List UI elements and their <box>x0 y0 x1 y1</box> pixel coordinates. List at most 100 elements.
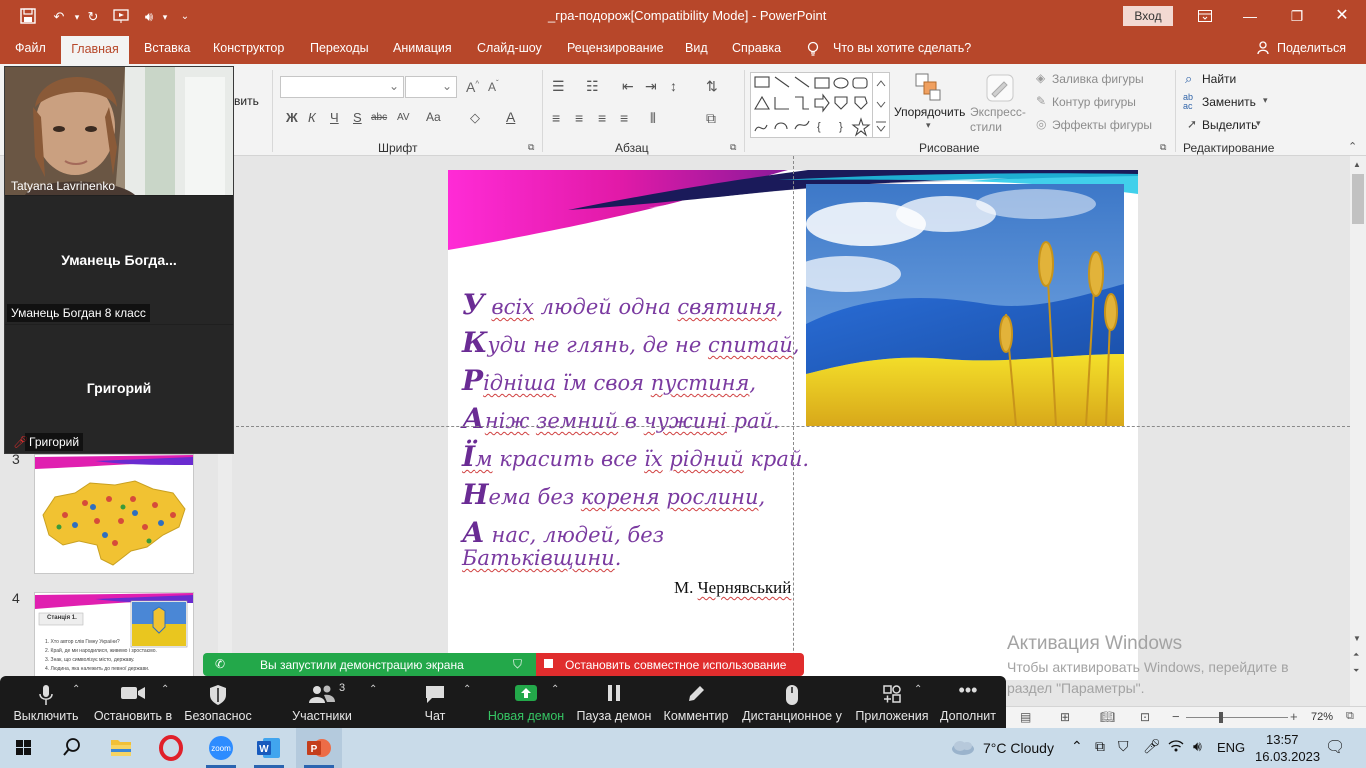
start-button[interactable] <box>0 728 46 768</box>
vertical-guide[interactable] <box>793 156 794 706</box>
show-hidden-icons[interactable]: ⌃ <box>1071 738 1083 755</box>
tab-design[interactable]: Конструктор <box>213 41 284 55</box>
shape-fill-icon[interactable]: ◈ <box>1036 71 1045 85</box>
shield-check-icon[interactable]: ⛉ <box>513 657 522 672</box>
slide-thumbnail-3[interactable] <box>34 454 194 574</box>
change-case-button[interactable]: Aa <box>426 110 441 124</box>
clock-date[interactable]: 16.03.2023 <box>1255 749 1320 764</box>
powerpoint-icon[interactable]: P <box>296 728 342 768</box>
find-icon[interactable]: ⌕ <box>1185 71 1192 87</box>
bold-button[interactable]: Ж <box>286 110 298 125</box>
arrange-dropdown-icon[interactable]: ▾ <box>926 120 931 131</box>
reading-view-icon[interactable]: 📖︎ <box>1100 710 1115 724</box>
replace-dropdown-icon[interactable]: ▾ <box>1263 95 1268 106</box>
share-button[interactable]: Поделиться <box>1277 41 1346 55</box>
arrange-icon[interactable] <box>912 72 944 102</box>
justify-icon[interactable]: ≡ <box>620 110 628 126</box>
italic-button[interactable]: К <box>308 110 316 125</box>
shape-outline-icon[interactable]: ✎ <box>1036 94 1046 108</box>
tab-transitions[interactable]: Переходы <box>310 41 369 55</box>
horizontal-guide[interactable] <box>236 426 1350 427</box>
participant-video-tatyana[interactable]: Tatyana Lavrinenko <box>5 67 233 195</box>
smartart-icon[interactable]: ⧉ <box>706 110 716 127</box>
find-button[interactable]: Найти <box>1202 72 1236 86</box>
zoom-level[interactable]: 72% <box>1311 711 1333 723</box>
shape-fill-button[interactable]: Заливка фигуры <box>1052 72 1144 86</box>
mute-options-icon[interactable]: ⌃ <box>72 684 80 695</box>
ribbon-display-icon[interactable] <box>1193 6 1217 26</box>
zoom-slider[interactable] <box>1186 717 1288 718</box>
speaker-dropdown-icon[interactable]: ▾ <box>156 8 174 26</box>
defender-icon[interactable]: ⛉ <box>1118 738 1129 755</box>
pause-share-button[interactable]: Пауза демон <box>574 676 654 728</box>
network-adapter-icon[interactable]: ⧉ <box>1095 738 1105 755</box>
strikethrough-button[interactable]: abc <box>371 112 387 123</box>
participants-options-icon[interactable]: ⌃ <box>369 684 377 695</box>
arrange-button[interactable]: Упорядочить <box>894 105 965 119</box>
tab-help[interactable]: Справка <box>732 41 781 55</box>
shape-effects-icon[interactable]: ◎ <box>1036 117 1046 131</box>
signin-button[interactable]: Вход <box>1123 6 1173 26</box>
shadow-button[interactable]: S <box>353 110 362 125</box>
share-options-icon[interactable]: ⌃ <box>551 684 559 695</box>
undo-icon[interactable]: ↶ <box>50 8 68 26</box>
replace-icon[interactable]: ab ac <box>1183 93 1193 111</box>
participant-tile-grigoriy[interactable]: Григорий 🎤︎ Григорий <box>5 325 233 453</box>
collapse-ribbon-icon[interactable]: ⌃ <box>1348 140 1357 153</box>
save-icon[interactable] <box>20 8 38 26</box>
more-button[interactable]: ••• Дополнит <box>936 676 1000 728</box>
increase-indent-icon[interactable]: ⇥ <box>645 78 657 95</box>
replace-button[interactable]: Заменить <box>1202 95 1256 109</box>
vertical-scrollbar[interactable]: ▲ ▼ ⏶ ⏷ <box>1350 156 1366 706</box>
font-dialog-launcher-icon[interactable]: ⧉ <box>528 142 534 153</box>
font-color-icon[interactable]: A <box>506 109 515 125</box>
bullets-icon[interactable]: ☰ <box>552 78 565 95</box>
notifications-icon[interactable]: 🗨︎ <box>1325 737 1345 757</box>
redo-icon[interactable]: ↻ <box>84 8 102 26</box>
decrease-indent-icon[interactable]: ⇤ <box>622 78 634 95</box>
tab-slideshow[interactable]: Слайд-шоу <box>477 41 542 55</box>
tab-view[interactable]: Вид <box>685 41 708 55</box>
scroll-up-icon[interactable]: ▲ <box>1353 160 1361 169</box>
shape-effects-button[interactable]: Эффекты фигуры <box>1052 118 1152 132</box>
word-icon[interactable]: W <box>246 728 292 768</box>
weather-cloud-icon[interactable] <box>950 737 976 757</box>
slideshow-view-icon[interactable]: ⊡ <box>1140 710 1150 724</box>
microphone-tray-icon[interactable]: 🎤︎ <box>1143 738 1161 755</box>
input-language[interactable]: ENG <box>1217 740 1245 755</box>
search-icon[interactable] <box>48 728 94 768</box>
zoom-app-icon[interactable]: zoom <box>198 728 244 768</box>
tab-review[interactable]: Рецензирование <box>567 41 664 55</box>
chat-options-icon[interactable]: ⌃ <box>463 684 471 695</box>
shapes-scroll[interactable] <box>872 72 889 138</box>
file-explorer-icon[interactable] <box>98 728 144 768</box>
slide-sorter-icon[interactable]: ⊞ <box>1060 710 1070 724</box>
share-person-icon[interactable] <box>1257 41 1271 55</box>
weather-text[interactable]: 7°C Cloudy <box>983 740 1054 756</box>
close-icon[interactable]: ✕ <box>1330 6 1354 26</box>
tab-insert[interactable]: Вставка <box>144 41 190 55</box>
align-center-icon[interactable]: ≡ <box>575 110 583 126</box>
security-button[interactable]: Безопаснос <box>178 676 258 728</box>
tab-file[interactable]: Файл <box>15 41 46 55</box>
annotate-button[interactable]: Комментир <box>660 676 732 728</box>
scroll-thumb[interactable] <box>1352 174 1364 224</box>
next-slide-icon[interactable]: ⏷ <box>1353 666 1359 676</box>
zoom-slider-handle[interactable] <box>1219 712 1223 723</box>
restore-icon[interactable]: ❐ <box>1285 6 1309 26</box>
tell-me-search[interactable]: Что вы хотите сделать? <box>833 41 971 55</box>
participants-button[interactable]: 3 Участники <box>276 676 368 728</box>
text-direction-icon[interactable]: ⇅ <box>706 78 718 95</box>
minimize-icon[interactable]: — <box>1238 6 1262 26</box>
font-size-dropdown[interactable]: ⌄ <box>405 76 457 98</box>
select-button[interactable]: Выделить <box>1202 118 1257 132</box>
clipboard-partial-label[interactable]: вить <box>234 94 259 108</box>
spacing-button[interactable]: AV <box>397 112 410 123</box>
normal-view-icon[interactable]: ▤ <box>1020 710 1031 724</box>
shape-outline-button[interactable]: Контур фигуры <box>1052 95 1136 109</box>
align-right-icon[interactable]: ≡ <box>598 110 606 126</box>
participant-tile-bogdan[interactable]: Уманець Богда... Уманець Богдан 8 класс <box>5 196 233 324</box>
wifi-icon[interactable] <box>1168 738 1184 754</box>
underline-button[interactable]: Ч <box>330 110 339 125</box>
numbering-icon[interactable]: ☷ <box>586 78 599 95</box>
